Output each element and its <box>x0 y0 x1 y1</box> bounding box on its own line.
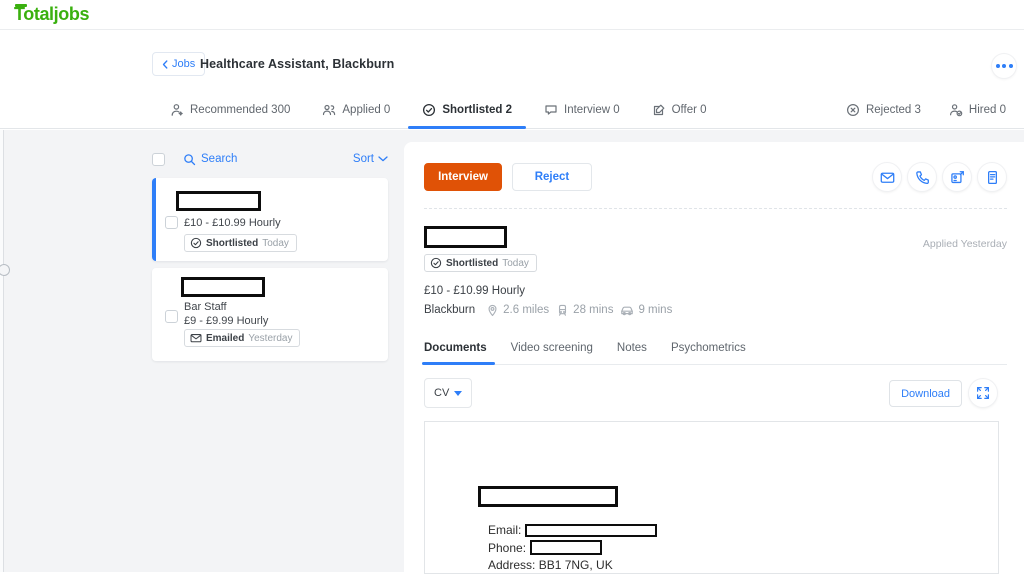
cv-preview-document: Email: Phone: Address: BB1 7NG, UK <box>424 421 999 574</box>
page-title: Healthcare Assistant, Blackburn <box>200 57 394 71</box>
share-profile-icon <box>950 170 965 185</box>
x-circle-icon <box>846 103 860 117</box>
applied-date-text: Applied Yesterday <box>923 238 1007 250</box>
cv-phone-row: Phone: <box>488 540 602 555</box>
person-star-icon <box>170 103 184 117</box>
interview-button[interactable]: Interview <box>424 163 502 191</box>
email-label: Email: <box>488 523 521 537</box>
candidate-card[interactable]: Bar Staff £9 - £9.99 Hourly Emailed Yest… <box>152 268 388 361</box>
candidate-checkbox[interactable] <box>165 216 178 229</box>
more-options-button[interactable] <box>991 53 1017 79</box>
map-pin-icon <box>486 304 499 317</box>
job-header: Jobs Healthcare Assistant, Blackburn Rec… <box>0 30 1024 129</box>
cv-address-line: Address: BB1 7NG, UK <box>488 558 613 572</box>
bus-icon <box>556 304 569 317</box>
location-travel-row: Blackburn 2.6 miles 28 mins 9 mins <box>424 303 672 317</box>
fullscreen-button[interactable] <box>968 378 998 408</box>
back-to-jobs-button[interactable]: Jobs <box>152 52 205 76</box>
back-label: Jobs <box>172 58 195 70</box>
status-badge: Shortlisted Today <box>424 254 537 272</box>
panel-collapse-handle[interactable] <box>0 264 10 276</box>
status-badge: Emailed Yesterday <box>184 329 300 347</box>
detail-tab-bar: Documents Video screening Notes Psychome… <box>424 332 1007 365</box>
chat-bubble-icon <box>544 103 558 117</box>
tab-notes[interactable]: Notes <box>617 332 647 364</box>
candidate-job-title: Bar Staff <box>184 301 227 313</box>
candidate-checkbox[interactable] <box>165 310 178 323</box>
candidate-salary: £9 - £9.99 Hourly <box>184 315 268 327</box>
page-body: Search Sort £10 - £10.99 Hourly Shortlis… <box>0 130 1024 572</box>
tab-documents[interactable]: Documents <box>424 332 487 364</box>
download-button[interactable]: Download <box>889 380 962 407</box>
transit-time-text: 28 mins <box>573 304 613 316</box>
check-circle-icon <box>430 257 442 269</box>
contact-action-bar <box>872 162 1007 192</box>
chevron-left-icon <box>162 60 168 69</box>
person-check-icon <box>949 103 963 117</box>
left-edge-divider <box>0 130 4 572</box>
distance-text: 2.6 miles <box>503 304 549 316</box>
email-candidate-button[interactable] <box>872 162 902 192</box>
arrows-expand-icon <box>976 386 990 400</box>
select-all-checkbox[interactable] <box>152 153 165 166</box>
section-divider <box>424 208 1007 209</box>
caret-down-icon <box>454 391 462 396</box>
envelope-icon <box>880 170 895 185</box>
search-icon <box>183 153 196 166</box>
search-button[interactable]: Search <box>183 153 237 166</box>
candidate-salary: £10 - £10.99 Hourly <box>184 217 281 229</box>
three-dots-icon <box>996 64 1000 68</box>
redacted-candidate-name <box>424 226 507 248</box>
people-icon <box>322 103 336 117</box>
tab-offer[interactable]: Offer 0 <box>652 91 707 128</box>
tab-video-screening[interactable]: Video screening <box>511 332 593 364</box>
candidate-location: Blackburn <box>424 304 475 316</box>
tab-applied[interactable]: Applied 0 <box>322 91 390 128</box>
tab-rejected[interactable]: Rejected 3 <box>846 91 921 128</box>
candidate-notes-button[interactable] <box>977 162 1007 192</box>
tab-hired[interactable]: Hired 0 <box>949 91 1006 128</box>
envelope-icon <box>190 332 202 344</box>
chevron-down-icon <box>378 156 388 162</box>
check-circle-icon <box>422 103 436 117</box>
redacted-email <box>525 524 657 537</box>
totaljobs-logo: Totaljobs <box>14 4 89 25</box>
candidate-detail-panel: Interview Reject <box>404 142 1024 572</box>
redacted-candidate-name <box>181 277 265 297</box>
tab-interview[interactable]: Interview 0 <box>544 91 620 128</box>
reject-button[interactable]: Reject <box>512 163 592 191</box>
tab-shortlisted[interactable]: Shortlisted 2 <box>422 91 512 128</box>
redacted-cv-name <box>478 486 618 507</box>
call-candidate-button[interactable] <box>907 162 937 192</box>
document-type-dropdown[interactable]: CV <box>424 378 472 408</box>
candidate-list-panel: Search Sort £10 - £10.99 Hourly Shortlis… <box>152 130 388 572</box>
phone-label: Phone: <box>488 541 526 555</box>
share-profile-button[interactable] <box>942 162 972 192</box>
drive-time-text: 9 mins <box>638 304 672 316</box>
candidate-card[interactable]: £10 - £10.99 Hourly Shortlisted Today <box>152 178 388 261</box>
redacted-candidate-name <box>176 191 261 211</box>
sort-button[interactable]: Sort <box>353 153 388 165</box>
list-toolbar: Search Sort <box>152 150 388 168</box>
phone-icon <box>915 170 930 185</box>
tab-psychometrics[interactable]: Psychometrics <box>671 332 746 364</box>
stage-tab-bar: Recommended 300 Applied 0 Shortlisted 2 … <box>0 91 1024 128</box>
top-brand-bar: Totaljobs <box>0 0 1024 30</box>
tab-recommended[interactable]: Recommended 300 <box>170 91 290 128</box>
status-badge: Shortlisted Today <box>184 234 297 252</box>
redacted-phone <box>530 540 602 555</box>
car-icon <box>620 303 634 317</box>
edit-square-icon <box>652 103 666 117</box>
document-icon <box>985 170 1000 185</box>
candidate-salary: £10 - £10.99 Hourly <box>424 285 525 297</box>
check-circle-icon <box>190 237 202 249</box>
cv-email-row: Email: <box>488 523 657 537</box>
